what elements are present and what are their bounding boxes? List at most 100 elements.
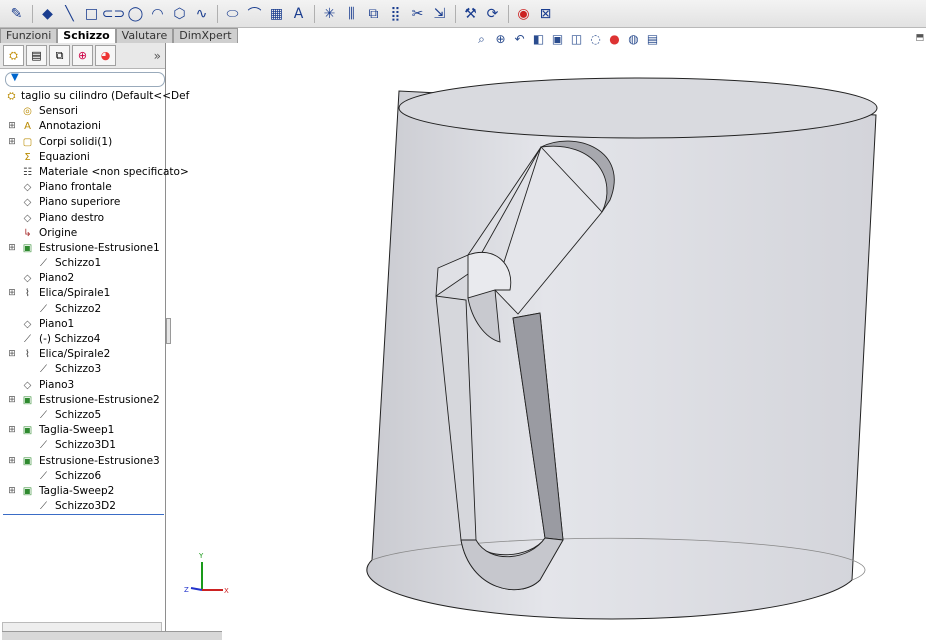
repair-icon[interactable]: ⚒ xyxy=(460,4,481,24)
tree-item[interactable]: ⟋ Schizzo3 xyxy=(0,362,165,377)
centerline-icon[interactable]: ✳ xyxy=(319,4,340,24)
point-icon[interactable]: ▦ xyxy=(266,4,287,24)
section-view-icon[interactable]: ◧ xyxy=(529,31,548,47)
view-settings-icon[interactable]: ▤ xyxy=(643,31,662,47)
rollback-bar[interactable] xyxy=(3,514,164,515)
plane-icon: ◇ xyxy=(23,182,32,194)
viewport-restore-icon[interactable]: ⬒ xyxy=(915,33,924,43)
view-orientation-icon[interactable]: ▣ xyxy=(548,31,567,47)
expand-icon[interactable]: ⊞ xyxy=(8,484,16,499)
line-icon[interactable]: ╲ xyxy=(59,4,80,24)
annotation-icon: A xyxy=(24,121,31,133)
expand-tabs-icon[interactable]: » xyxy=(154,49,161,63)
tree-item[interactable]: ↳ Origine xyxy=(0,226,165,241)
tree-item[interactable]: ◇ Piano frontale xyxy=(0,180,165,195)
tree-item[interactable]: ◎ Sensori xyxy=(0,104,165,119)
feature-manager-tab-icon[interactable]: ⛭ xyxy=(3,45,24,66)
rapid-sketch-icon[interactable]: ◉ xyxy=(513,4,534,24)
display-style-icon[interactable]: ◫ xyxy=(567,31,586,47)
tree-item[interactable]: ⊞ ▣ Estrusione-Estrusione2 xyxy=(0,393,165,408)
fillet-icon[interactable]: ⌒ xyxy=(244,4,265,24)
tree-item[interactable]: ⊞ ▢ Corpi solidi(1) xyxy=(0,135,165,150)
polygon-icon[interactable]: ⬡ xyxy=(169,4,190,24)
text-icon[interactable]: A xyxy=(288,4,309,24)
tree-item[interactable]: ⊞ ⌇ Elica/Spirale1 xyxy=(0,286,165,301)
circle-icon[interactable]: ◯ xyxy=(125,4,146,24)
tree-item[interactable]: Σ Equazioni xyxy=(0,150,165,165)
tree-item-label: Piano1 xyxy=(39,317,75,330)
tree-item[interactable]: ⟋ Schizzo5 xyxy=(0,408,165,423)
property-manager-tab-icon[interactable]: ▤ xyxy=(26,45,47,66)
tree-item[interactable]: ⟋ Schizzo3D2 xyxy=(0,499,165,514)
zoom-to-area-icon[interactable]: ⊕ xyxy=(491,31,510,47)
triad-z-label: Z xyxy=(184,586,189,594)
expand-icon[interactable]: ⊞ xyxy=(8,135,16,150)
tree-item-label: Estrusione-Estrusione1 xyxy=(39,241,160,254)
zoom-to-fit-icon[interactable]: ⌕ xyxy=(472,31,491,47)
tree-item[interactable]: ◇ Piano superiore xyxy=(0,195,165,210)
tree-item[interactable]: ☷ Materiale <non specificato> xyxy=(0,165,189,180)
rectangle-icon[interactable]: □ xyxy=(81,4,102,24)
arc-icon[interactable]: ◠ xyxy=(147,4,168,24)
tab-schizzo[interactable]: Schizzo xyxy=(57,28,116,43)
trim-icon[interactable]: ✂ xyxy=(407,4,428,24)
manager-tabs: ⛭ ▤ ⧉ ⊕ ◕ » xyxy=(0,43,165,69)
move-icon[interactable]: ⇲ xyxy=(429,4,450,24)
dimxpert-manager-tab-icon[interactable]: ⊕ xyxy=(72,45,93,66)
sketch-icon[interactable]: ✎ xyxy=(6,4,27,24)
expand-icon[interactable]: ⊞ xyxy=(8,423,16,438)
helix-icon: ⌇ xyxy=(25,349,30,361)
tree-item[interactable]: ⊞ ▣ Estrusione-Estrusione3 xyxy=(0,454,165,469)
tree-item[interactable]: ⊞ ▣ Taglia-Sweep2 xyxy=(0,484,165,499)
apply-scene-icon[interactable]: ◍ xyxy=(624,31,643,47)
tree-item[interactable]: ⊞ ▣ Estrusione-Estrusione1 xyxy=(0,241,165,256)
tab-dimxpert[interactable]: DimXpert xyxy=(173,28,238,43)
display-manager-tab-icon[interactable]: ◕ xyxy=(95,45,116,66)
tree-root[interactable]: ⛭ taglio su cilindro (Default<<Def xyxy=(0,89,190,104)
quick-snaps-icon[interactable]: ⟳ xyxy=(482,4,503,24)
heads-up-view-toolbar: ⌕ ⊕ ↶ ◧ ▣ ◫ ◌ ● ◍ ▤ xyxy=(472,30,662,48)
tree-item[interactable]: ⟋ Schizzo1 xyxy=(0,256,165,271)
sketch3d-icon: ⟋ xyxy=(40,440,47,452)
tree-item[interactable]: ⟋ Schizzo2 xyxy=(0,302,165,317)
tree-item[interactable]: ⊞ ⌇ Elica/Spirale2 xyxy=(0,347,165,362)
expand-icon[interactable]: ⊞ xyxy=(8,241,16,256)
tree-item[interactable]: ◇ Piano3 xyxy=(0,378,165,393)
tree-item[interactable]: ◇ Piano destro xyxy=(0,211,165,226)
expand-icon[interactable]: ⊞ xyxy=(8,347,16,362)
previous-view-icon[interactable]: ↶ xyxy=(510,31,529,47)
tab-valutare[interactable]: Valutare xyxy=(115,28,174,43)
smart-dimension-icon[interactable]: ◆ xyxy=(37,4,58,24)
expand-icon[interactable]: ⊞ xyxy=(8,454,16,469)
tree-item-label: Schizzo3D2 xyxy=(55,500,116,513)
ellipse-icon[interactable]: ⬭ xyxy=(222,4,243,24)
filter-icon: ▼ xyxy=(11,72,19,83)
expand-icon[interactable]: ⊞ xyxy=(8,393,16,408)
configuration-manager-tab-icon[interactable]: ⧉ xyxy=(49,45,70,66)
tab-funzioni[interactable]: Funzioni xyxy=(0,28,58,43)
tree-item-label: Annotazioni xyxy=(39,120,101,133)
edit-appearance-icon[interactable]: ● xyxy=(605,31,624,47)
spline-icon[interactable]: ∿ xyxy=(191,4,212,24)
hide-show-items-icon[interactable]: ◌ xyxy=(586,31,605,47)
tree-item[interactable]: ⊞ ▣ Taglia-Sweep1 xyxy=(0,423,165,438)
tree-filter-input[interactable]: ▼ xyxy=(5,72,165,87)
tree-item[interactable]: ⊞ A Annotazioni xyxy=(0,119,165,134)
tree-item-label: Origine xyxy=(39,226,78,239)
graphics-viewport[interactable]: Y X Z xyxy=(171,48,926,640)
instant2d-icon[interactable]: ⊠ xyxy=(535,4,556,24)
tree-item[interactable]: ◇ Piano1 xyxy=(0,317,165,332)
tree-item[interactable]: ⟋ (-) Schizzo4 xyxy=(0,332,165,347)
tree-item-label: Elica/Spirale1 xyxy=(39,287,111,300)
mirror-icon[interactable]: ⫼ xyxy=(341,4,362,24)
pattern-icon[interactable]: ⣿ xyxy=(385,4,406,24)
tree-item[interactable]: ◇ Piano2 xyxy=(0,271,165,286)
tree-item-label: Materiale <non specificato> xyxy=(39,165,189,178)
tree-item[interactable]: ⟋ Schizzo6 xyxy=(0,469,165,484)
toolbar-separator xyxy=(32,4,33,23)
tree-item[interactable]: ⟋ Schizzo3D1 xyxy=(0,438,165,453)
expand-icon[interactable]: ⊞ xyxy=(8,286,16,301)
offset-icon[interactable]: ⧉ xyxy=(363,4,384,24)
expand-icon[interactable]: ⊞ xyxy=(8,119,16,134)
slot-icon[interactable]: ⊂⊃ xyxy=(102,4,125,24)
